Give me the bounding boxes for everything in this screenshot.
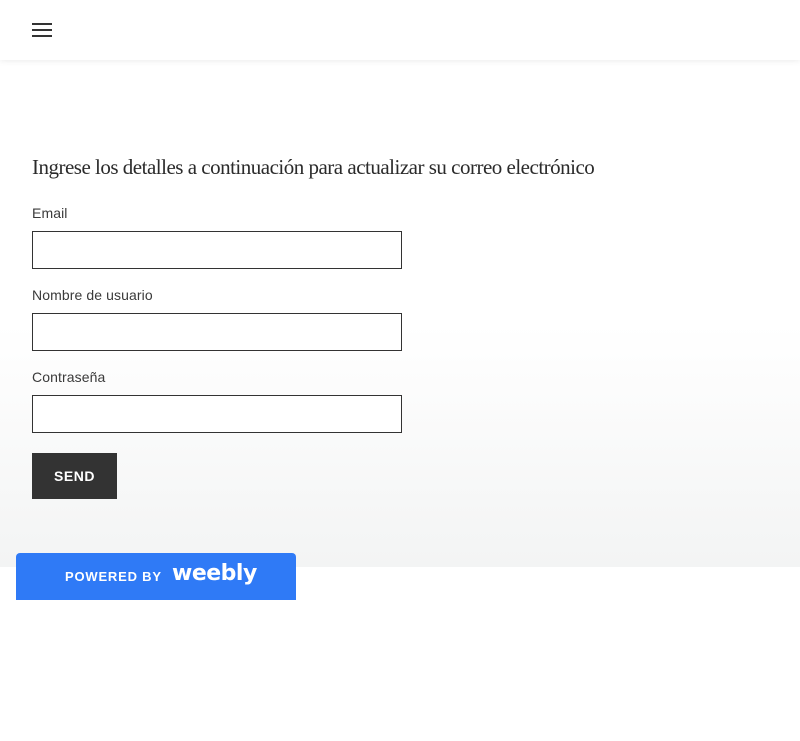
username-label: Nombre de usuario — [32, 287, 153, 303]
main-content: Ingrese los detalles a continuación para… — [0, 60, 800, 567]
email-field[interactable] — [32, 231, 402, 269]
username-field[interactable] — [32, 313, 402, 351]
send-button[interactable]: SEND — [32, 453, 117, 499]
weebly-logo: weebly — [172, 561, 257, 586]
hamburger-line — [32, 35, 52, 37]
password-field[interactable] — [32, 395, 402, 433]
hamburger-menu-icon[interactable] — [32, 23, 52, 37]
powered-by-text: POWERED BY — [65, 569, 162, 584]
hamburger-line — [32, 29, 52, 31]
password-label: Contraseña — [32, 369, 106, 385]
form-title: Ingrese los detalles a continuación para… — [32, 155, 595, 179]
email-label: Email — [32, 205, 68, 221]
powered-by-weebly-badge[interactable]: POWERED BY weebly — [16, 553, 296, 600]
hamburger-line — [32, 23, 52, 25]
site-header — [0, 0, 800, 60]
